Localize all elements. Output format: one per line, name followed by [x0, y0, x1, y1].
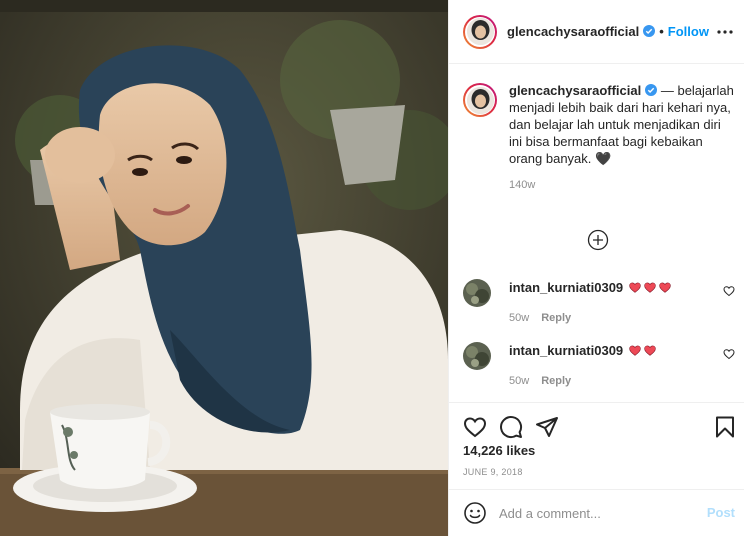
red-heart-emoji-icon	[659, 282, 671, 293]
verified-badge-icon	[643, 25, 656, 37]
red-heart-emoji-icon	[629, 345, 641, 356]
comment-hearts	[627, 280, 672, 295]
comment-username[interactable]: intan_kurniati0309	[509, 280, 623, 295]
follow-button[interactable]: Follow	[668, 24, 709, 39]
red-heart-emoji-icon	[644, 345, 656, 356]
comment-timestamp[interactable]: 50w	[509, 312, 529, 324]
comment-heart-icon[interactable]	[723, 285, 735, 297]
reply-button[interactable]: Reply	[541, 312, 571, 324]
avatar-image	[466, 18, 494, 45]
avatar-image	[463, 279, 491, 307]
comment-hearts	[627, 343, 657, 358]
caption-avatar[interactable]	[463, 83, 497, 117]
verified-badge-icon	[645, 84, 658, 96]
smiley-icon[interactable]	[463, 501, 487, 525]
reply-button[interactable]: Reply	[541, 375, 571, 387]
heart-icon[interactable]	[463, 415, 487, 439]
comment-heart-icon[interactable]	[723, 348, 735, 360]
comment-username[interactable]: intan_kurniati0309	[509, 343, 623, 358]
post-detail-panel: glencachysaraofficial • Follow glencachysa…	[448, 0, 744, 536]
caption-timestamp[interactable]: 140w	[509, 177, 735, 194]
post-photo-illustration	[0, 0, 448, 536]
author-username[interactable]: glencachysaraofficial • Follow	[507, 24, 709, 39]
post-comment-button[interactable]: Post	[707, 505, 735, 520]
avatar-image	[466, 86, 494, 114]
author-username-text[interactable]: glencachysaraofficial	[507, 24, 639, 39]
likes-count[interactable]: 14,226 likes	[463, 443, 535, 458]
author-avatar[interactable]	[463, 14, 497, 49]
comment-input[interactable]	[499, 505, 699, 521]
separator-dot: •	[659, 24, 664, 39]
caption-username[interactable]: glencachysaraofficial	[509, 83, 641, 98]
post-photo[interactable]	[0, 0, 448, 536]
commenter-avatar[interactable]	[463, 279, 491, 307]
comment-item: intan_kurniati0309 50w Reply	[463, 342, 735, 387]
post-header: glencachysaraofficial • Follow	[449, 0, 744, 64]
red-heart-emoji-icon	[629, 282, 641, 293]
post-caption: glencachysaraofficial — belajarlah menja…	[463, 82, 735, 194]
commenter-avatar[interactable]	[463, 342, 491, 370]
add-comment-bar: Post	[449, 489, 744, 536]
paper-plane-icon[interactable]	[535, 415, 559, 439]
plus-circle-icon[interactable]	[587, 229, 609, 251]
comment-item: intan_kurniati0309 50w Reply	[463, 279, 735, 324]
post-date[interactable]: JUNE 9, 2018	[463, 467, 523, 477]
comment-icon[interactable]	[499, 415, 523, 439]
comment-timestamp[interactable]: 50w	[509, 375, 529, 387]
avatar-image	[463, 342, 491, 370]
more-horizontal-icon[interactable]	[715, 22, 735, 42]
bookmark-icon[interactable]	[713, 415, 737, 439]
red-heart-emoji-icon	[644, 282, 656, 293]
